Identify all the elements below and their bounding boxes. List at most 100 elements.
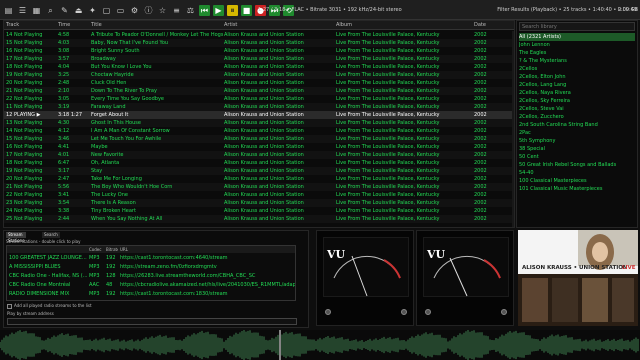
library-search-input[interactable]: Search library <box>519 22 635 31</box>
cell-album: Live From The Louisville Palace, Kentuck… <box>336 200 440 206</box>
station-codec: AAC <box>89 282 100 288</box>
cell-album: Live From The Louisville Palace, Kentuck… <box>336 32 440 38</box>
table-row[interactable]: 22 Not Playing 3:05 Every Time You Say Goo… <box>4 95 514 103</box>
radio-station-row[interactable]: A MISSISSIPPI BLUES MP3 192 https://stream.… <box>7 263 295 271</box>
library-item[interactable]: 2Cellos, Steve Vai <box>519 105 635 113</box>
library-item[interactable]: 2nd South Carolina String Band <box>519 121 635 129</box>
waveform-seekbar[interactable] <box>0 329 640 360</box>
eject-icon[interactable]: ⏏ <box>73 5 84 16</box>
table-row[interactable]: 17 Not Playing 4:01 New Favorite Alison Kra… <box>4 151 514 159</box>
column-date[interactable]: Date <box>474 21 514 30</box>
column-codec[interactable]: Codec <box>89 246 105 253</box>
radio-station-row[interactable]: 100 GREATEST JAZZ LOUNGE... MP3 192 https:/… <box>7 254 295 262</box>
waveform-bars <box>0 329 639 360</box>
table-row[interactable]: 21 Not Playing 5:56 The Boy Who Wouldn't H… <box>4 183 514 191</box>
play-icon[interactable]: ▶ <box>213 5 224 16</box>
table-row[interactable]: 23 Not Playing 3:54 There Is A Reason Aliso… <box>4 199 514 207</box>
column-track[interactable]: Track <box>6 21 56 30</box>
window-icon[interactable]: ▭ <box>115 5 126 16</box>
column-url[interactable]: URL <box>120 246 295 253</box>
wrench-icon[interactable]: ✎ <box>59 5 70 16</box>
info-icon[interactable]: ⓘ <box>143 5 154 16</box>
cell-artist: Alison Krauss and Union Station <box>224 120 304 126</box>
settings-icon[interactable]: ⚙ <box>129 5 140 16</box>
radio-station-row[interactable]: RADIO DIMENSIONE MIX MP3 192 https://cast1.… <box>7 290 295 298</box>
elapsed-time: 0:00:49 <box>617 7 637 13</box>
table-row[interactable]: 25 Not Playing 2:44 When You Say Nothing A… <box>4 215 514 223</box>
library-item[interactable]: 2Cellos, Lang Lang <box>519 81 635 89</box>
library-item[interactable]: 100 Classical Masterpieces <box>519 177 635 185</box>
column-time[interactable]: Time <box>58 21 90 30</box>
folder-icon[interactable]: ▤ <box>3 5 14 16</box>
stream-address-input[interactable] <box>7 318 297 325</box>
table-row[interactable]: 16 Not Playing 4:41 Maybe Alison Krauss and… <box>4 143 514 151</box>
library-item[interactable]: All (2321 Artists) <box>519 33 635 41</box>
cell-date: 2002 <box>474 136 487 142</box>
vu-face-right: VU <box>423 237 509 297</box>
table-row[interactable]: 18 Not Playing 6:47 Oh, Atlanta Alison Krau… <box>4 159 514 167</box>
pin-icon[interactable]: ✦ <box>87 5 98 16</box>
table-row[interactable]: 18 Not Playing 4:04 But You Know I Love Yo… <box>4 63 514 71</box>
cell-date: 2002 <box>474 96 487 102</box>
table-row[interactable]: 22 Not Playing 3:41 The Lucky One Alison Kr… <box>4 191 514 199</box>
cell-date: 2002 <box>474 152 487 158</box>
add-streams-checkbox[interactable] <box>7 304 12 309</box>
table-row[interactable]: 15 Not Playing 4:03 Baby, Now That I've Fo… <box>4 39 514 47</box>
table-row[interactable]: 14 Not Playing 4:12 I Am A Man Of Constant… <box>4 127 514 135</box>
playlist-scrollbar[interactable] <box>512 31 514 227</box>
scale-icon[interactable]: ⚖ <box>185 5 196 16</box>
star-icon[interactable]: ☆ <box>157 5 168 16</box>
library-item[interactable]: 2Cellos, Sky Ferreira <box>519 97 635 105</box>
table-row[interactable]: 16 Not Playing 3:08 Bright Sunny South Alis… <box>4 47 514 55</box>
table-row[interactable]: 11 Not Playing 3:19 Faraway Land Alison Kra… <box>4 103 514 111</box>
library-item[interactable]: 38 Special <box>519 145 635 153</box>
column-title[interactable]: Title <box>91 21 223 30</box>
library-item[interactable]: John Lennon <box>519 41 635 49</box>
cell-title: The Lucky One <box>91 192 128 198</box>
table-row[interactable]: 15 Not Playing 3:46 Let Me Touch You For A… <box>4 135 514 143</box>
library-item[interactable]: 2Cellos, Elton John <box>519 73 635 81</box>
library-item[interactable]: 54-40 <box>519 169 635 177</box>
cell-title: Tiny Broken Heart <box>91 208 136 214</box>
library-item[interactable]: The Eagles <box>519 49 635 57</box>
equalizer-icon[interactable]: ≡ <box>171 5 182 16</box>
table-row[interactable]: 13 Not Playing 4:30 Ghost In This House Ali… <box>4 119 514 127</box>
stop-icon[interactable]: ■ <box>241 5 252 16</box>
grid-icon[interactable]: ▦ <box>31 5 42 16</box>
search-icon[interactable]: ⌕ <box>45 5 56 16</box>
pause-icon[interactable]: ⏸ <box>227 5 238 16</box>
table-row[interactable]: 20 Not Playing 2:48 Cluck Old Hen Alison Kr… <box>4 79 514 87</box>
table-row-playing[interactable]: 12 PLAYING ▶ 3:18 1:27 Forget About It Alis… <box>4 111 514 119</box>
library-item[interactable]: 5th Symphony <box>519 137 635 145</box>
tab-stream-stations[interactable]: Stream Stations <box>6 232 27 243</box>
cell-artist: Alison Krauss and Union Station <box>224 216 304 222</box>
table-row[interactable]: 20 Not Playing 2:47 Take Me For Longing Ali… <box>4 175 514 183</box>
column-bitrate[interactable]: Bitrate <box>106 246 118 253</box>
library-item[interactable]: 2Pac <box>519 129 635 137</box>
previous-icon[interactable]: ⏮ <box>199 5 210 16</box>
table-row[interactable]: 17 Not Playing 3:57 Broadway Alison Krauss … <box>4 55 514 63</box>
list-icon[interactable]: ☰ <box>17 5 28 16</box>
lock-icon[interactable]: ▢ <box>101 5 112 16</box>
library-item[interactable]: 50 Cent <box>519 153 635 161</box>
library-item[interactable]: 2Cellos <box>519 65 635 73</box>
radio-station-row[interactable]: CBC Radio One - Halifax, NS (... MP3 128 ht… <box>7 272 295 280</box>
tab-search[interactable]: Search <box>42 232 60 238</box>
table-row[interactable]: 21 Not Playing 2:10 Down To The River To P… <box>4 87 514 95</box>
table-row[interactable]: 14 Not Playing 4:58 A Tribute To Peador O'… <box>4 31 514 39</box>
library-item[interactable]: ? & The Mysterians <box>519 57 635 65</box>
column-album[interactable]: Album <box>336 21 472 30</box>
table-row[interactable]: 24 Not Playing 3:38 Tiny Broken Heart Aliso… <box>4 207 514 215</box>
table-row[interactable]: 19 Not Playing 3:17 Stay Alison Krauss and … <box>4 167 514 175</box>
cell-artist: Alison Krauss and Union Station <box>224 136 304 142</box>
radio-station-row[interactable]: CBC Radio One Montréal AAC 48 https://cbcra… <box>7 281 295 289</box>
library-item[interactable]: 50 Great Irish Rebel Songs and Ballads <box>519 161 635 169</box>
library-item[interactable]: 2Cellos, Zucchero <box>519 113 635 121</box>
library-item[interactable]: 2Cellos, Naya Rivera <box>519 89 635 97</box>
radio-station-list: Codec Bitrate URL 100 GREATEST JAZZ LOUN… <box>6 245 296 301</box>
table-row[interactable]: 19 Not Playing 3:25 Choctaw Hayride Alison … <box>4 71 514 79</box>
radio-panel: Stream Stations Search Stream stations -… <box>3 230 309 328</box>
library-item[interactable]: 101 Classical Music Masterpieces <box>519 185 635 193</box>
album-live-text: LIVE <box>622 265 636 271</box>
column-artist[interactable]: Artist <box>224 21 335 30</box>
